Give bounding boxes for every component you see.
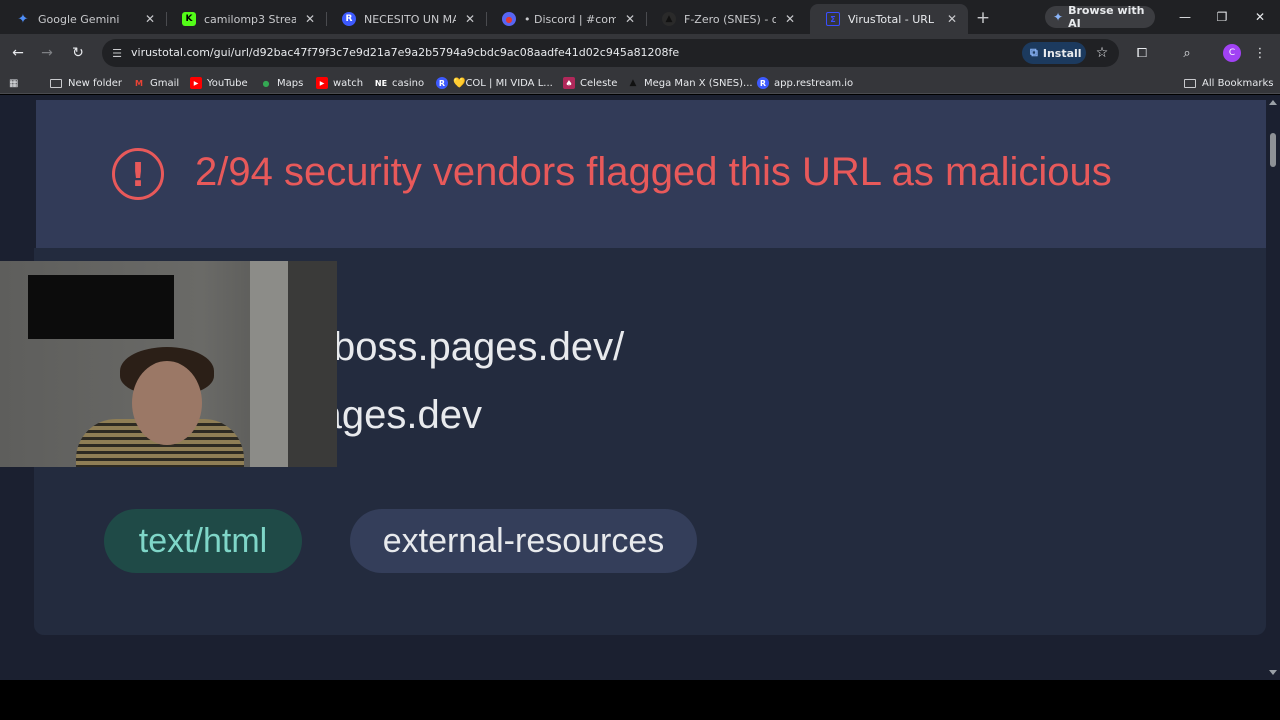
bookmarks-bar: ▦ New folder M Gmail ▶ YouTube ● Maps ▶ … <box>0 72 1280 94</box>
bookmark-star-icon[interactable]: ☆ <box>1092 43 1112 63</box>
close-tab-icon[interactable]: ✕ <box>944 11 960 27</box>
tab-title: VirusTotal - URL <box>848 12 935 26</box>
kick-icon: K <box>182 12 196 26</box>
tab-search-icon[interactable]: ⌕ <box>1176 42 1198 64</box>
bookmark-watch[interactable]: ▶ watch <box>316 75 363 91</box>
tab-discord[interactable]: ● • Discord | #comunida ✕ <box>486 4 647 34</box>
profile-avatar[interactable]: C <box>1223 44 1241 62</box>
bookmark-label: Celeste <box>580 77 618 89</box>
browse-with-ai-button[interactable]: ✦ Browse with AI <box>1045 4 1155 30</box>
close-tab-icon[interactable]: ✕ <box>622 11 638 27</box>
forward-button[interactable]: → <box>36 42 58 64</box>
monitor-in-background <box>28 275 174 339</box>
youtube-icon: ▶ <box>190 77 202 89</box>
tag-text-html[interactable]: text/html <box>104 509 302 573</box>
restream-icon: R <box>757 77 769 89</box>
install-label: Install <box>1042 46 1082 60</box>
close-tab-icon[interactable]: ✕ <box>782 11 798 27</box>
gmail-icon: M <box>135 78 143 88</box>
bookmark-mega-man-x[interactable]: ▲ Mega Man X (SNES)... <box>627 75 753 91</box>
browse-ai-label: Browse with AI <box>1068 4 1145 30</box>
bookmark-casino[interactable]: NE casino <box>375 75 424 91</box>
close-tab-icon[interactable]: ✕ <box>142 11 158 27</box>
tab-title: • Discord | #comunida <box>524 12 616 26</box>
bookmark-maps[interactable]: ● Maps <box>260 75 304 91</box>
virustotal-icon: Σ <box>826 12 840 26</box>
bookmark-label: 💛COL | MI VIDA L... <box>453 77 553 89</box>
close-window-button[interactable]: ✕ <box>1248 6 1272 28</box>
restream-icon: R <box>436 77 448 89</box>
bookmark-label: Mega Man X (SNES)... <box>644 77 753 89</box>
reload-button[interactable]: ↻ <box>67 42 89 64</box>
discord-icon: ● <box>502 12 516 26</box>
tab-title: camilomp3 Stream - W <box>204 12 296 26</box>
address-bar[interactable]: ☰ virustotal.com/gui/url/d92bac47f79f3c7… <box>102 39 1119 67</box>
bookmark-label: YouTube <box>207 77 248 89</box>
bookmark-label: New folder <box>68 77 123 89</box>
bookmark-label: Maps <box>277 77 304 89</box>
folder-icon <box>1184 78 1196 88</box>
browser-window: ✦ Google Gemini ✕ K camilomp3 Stream - W… <box>0 0 1280 720</box>
new-tab-button[interactable]: + <box>973 8 993 28</box>
tab-google-gemini[interactable]: ✦ Google Gemini ✕ <box>0 4 167 34</box>
install-app-button[interactable]: ⧉ Install <box>1022 42 1086 64</box>
ne-icon: NE <box>374 78 388 88</box>
tab-strip: ✦ Google Gemini ✕ K camilomp3 Stream - W… <box>0 0 1280 34</box>
install-icon: ⧉ <box>1030 46 1038 59</box>
tab-title: NECESITO UN MASAJE <box>364 12 456 26</box>
bookmark-label: app.restream.io <box>774 77 854 89</box>
tab-virustotal[interactable]: Σ VirusTotal - URL ✕ <box>810 4 968 34</box>
tab-title: Google Gemini <box>38 12 120 26</box>
bookmark-label: Gmail <box>150 77 180 89</box>
toolbar: ← → ↻ ☰ virustotal.com/gui/url/d92bac47f… <box>0 34 1280 72</box>
apps-grid-icon[interactable]: ▦ <box>9 75 18 91</box>
url-text[interactable]: virustotal.com/gui/url/d92bac47f79f3c7e9… <box>131 46 679 59</box>
celeste-icon: ♠ <box>563 77 575 89</box>
bookmark-restream[interactable]: R app.restream.io <box>757 75 853 91</box>
minimize-button[interactable]: — <box>1173 6 1197 28</box>
exclamation-circle-icon: ! <box>112 148 164 200</box>
bookmark-youtube[interactable]: ▶ YouTube <box>190 75 248 91</box>
restream-icon: R <box>342 12 356 26</box>
invader-icon: ▲ <box>662 12 676 26</box>
bookmark-label: watch <box>333 77 364 89</box>
maps-icon: ● <box>262 78 270 88</box>
tab-necesito[interactable]: R NECESITO UN MASAJE ✕ <box>326 4 487 34</box>
bookmark-label: casino <box>392 77 425 89</box>
restore-button[interactable]: ❐ <box>1210 6 1234 28</box>
tab-fzero[interactable]: ▲ F-Zero (SNES) - online ✕ <box>646 4 806 34</box>
site-info-icon[interactable]: ☰ <box>110 46 124 60</box>
gemini-icon: ✦ <box>17 11 29 27</box>
sparkle-icon: ✦ <box>1053 10 1064 24</box>
invader-icon: ▲ <box>629 78 637 88</box>
extensions-icon[interactable]: ⧠ <box>1131 42 1153 64</box>
tab-title: F-Zero (SNES) - online <box>684 12 776 26</box>
back-button[interactable]: ← <box>7 42 29 64</box>
bookmark-new-folder[interactable]: New folder <box>50 75 122 91</box>
tab-kick-stream[interactable]: K camilomp3 Stream - W ✕ <box>166 4 327 34</box>
bottom-letterbox <box>0 680 1280 720</box>
streamer-face <box>132 361 202 445</box>
all-bookmarks[interactable]: All Bookmarks <box>1184 75 1273 91</box>
menu-icon[interactable]: ⋮ <box>1249 42 1271 64</box>
vertical-scrollbar[interactable] <box>1266 95 1280 680</box>
scroll-thumb[interactable] <box>1270 133 1276 167</box>
bookmark-col-mi-vida[interactable]: R 💛COL | MI VIDA L... <box>436 75 553 91</box>
folder-icon <box>50 78 62 88</box>
scroll-down-arrow-icon[interactable] <box>1269 670 1277 675</box>
detection-alert-banner: ! 2/94 security vendors flagged this URL… <box>36 100 1266 248</box>
close-tab-icon[interactable]: ✕ <box>302 11 318 27</box>
all-bookmarks-label: All Bookmarks <box>1202 77 1274 89</box>
detection-summary: 2/94 security vendors flagged this URL a… <box>195 150 1112 194</box>
bookmark-celeste[interactable]: ♠ Celeste <box>563 75 617 91</box>
close-tab-icon[interactable]: ✕ <box>462 11 478 27</box>
tag-external-resources[interactable]: external-resources <box>350 509 697 573</box>
webcam-overlay <box>0 261 337 467</box>
scroll-up-arrow-icon[interactable] <box>1269 100 1277 105</box>
youtube-icon: ▶ <box>316 77 328 89</box>
bookmark-gmail[interactable]: M Gmail <box>133 75 179 91</box>
